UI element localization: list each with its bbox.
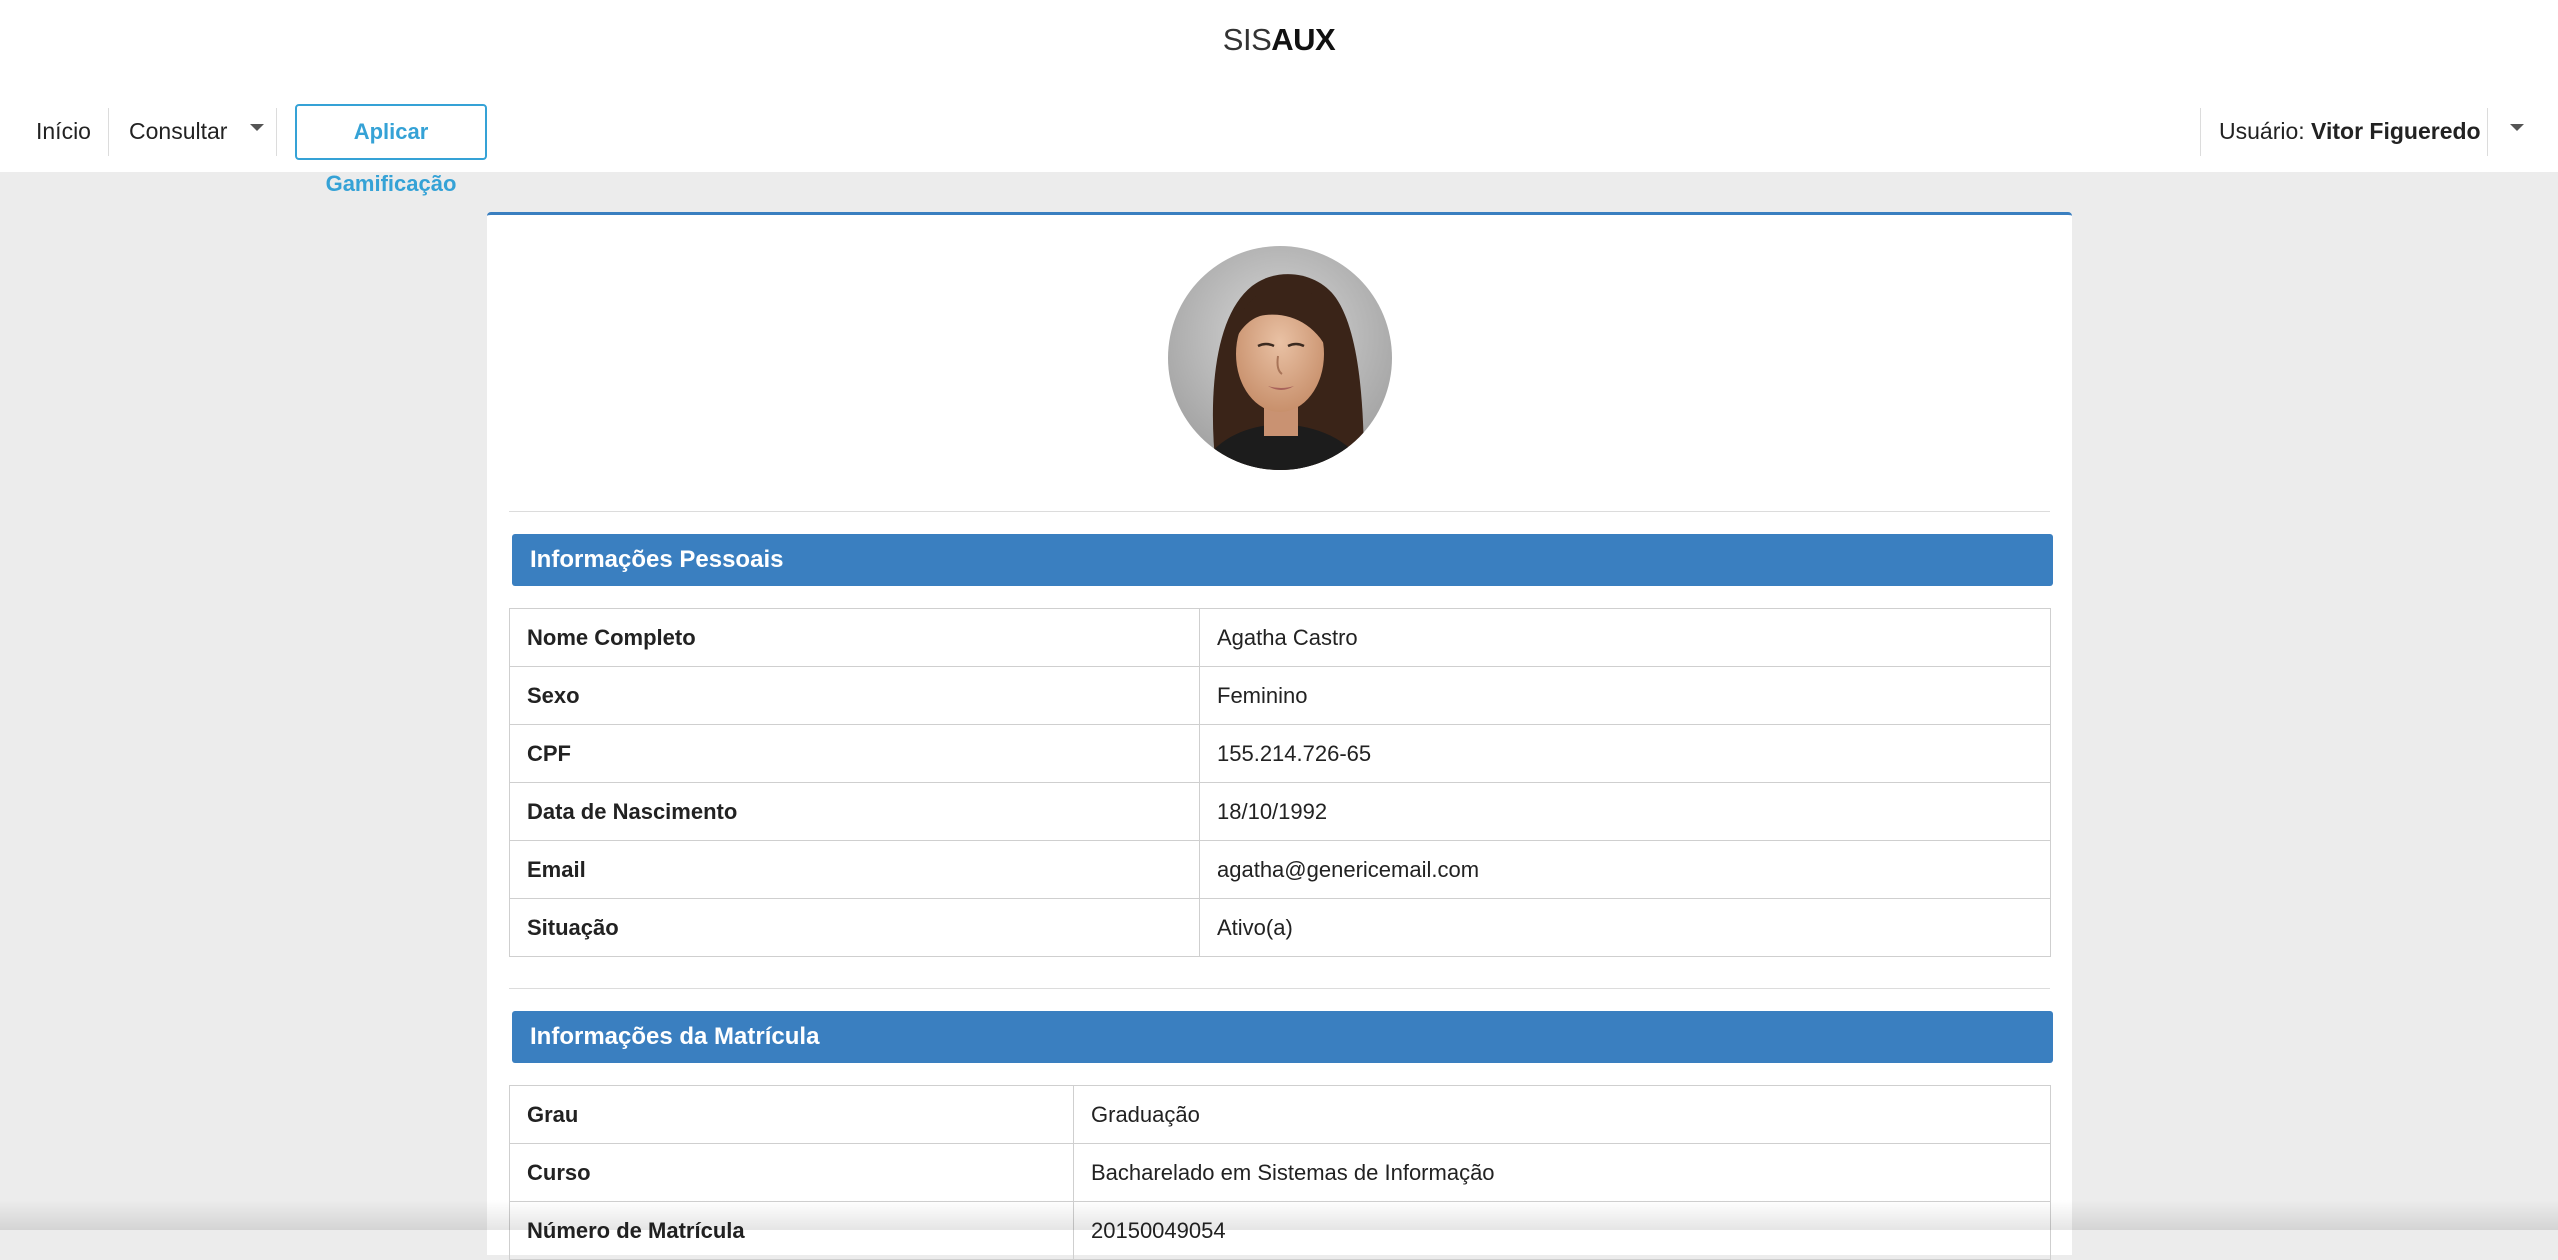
brand-logo-sis: SIS [1222, 22, 1272, 57]
user-menu[interactable]: Usuário: Vitor Figueredo [2219, 106, 2481, 156]
section-divider [509, 511, 2050, 512]
table-row: Sexo Feminino [509, 666, 2051, 725]
table-row: Email agatha@genericemail.com [509, 840, 2051, 899]
row-value: 18/10/1992 [1199, 782, 2051, 841]
row-label: Curso [509, 1143, 1074, 1202]
row-value: Ativo(a) [1199, 898, 2051, 957]
row-value: Bacharelado em Sistemas de Informação [1073, 1143, 2051, 1202]
table-row: Situação Ativo(a) [509, 898, 2051, 957]
avatar [1168, 246, 1392, 470]
row-value: Graduação [1073, 1085, 2051, 1144]
nav-divider [2487, 108, 2488, 156]
row-label: Grau [509, 1085, 1074, 1144]
row-label: Email [509, 840, 1200, 899]
nav-divider [276, 108, 277, 156]
enrollment-info-table: Grau Graduação Curso Bacharelado em Sist… [509, 1085, 2051, 1260]
table-row: CPF 155.214.726-65 [509, 724, 2051, 783]
nav-consultar-label: Consultar [129, 118, 228, 144]
top-navbar: SISAUX Início Consultar Aplicar Gamifica… [0, 0, 2558, 196]
user-menu-toggle[interactable] [2510, 106, 2524, 156]
user-prefix: Usuário: [2219, 118, 2305, 144]
nav-divider [108, 108, 109, 156]
table-row: Nome Completo Agatha Castro [509, 608, 2051, 667]
chevron-down-icon [249, 124, 264, 132]
nav-home-link[interactable]: Início [36, 106, 91, 156]
personal-info-header: Informações Pessoais [512, 534, 2053, 586]
row-label: Situação [509, 898, 1200, 957]
chevron-down-icon [2510, 124, 2524, 132]
brand-logo[interactable]: SISAUX [0, 22, 2558, 58]
student-profile-card: Informações Pessoais Nome Completo Agath… [487, 212, 2072, 1260]
avatar-photo [1168, 246, 1392, 470]
user-name: Vitor Figueredo [2311, 118, 2481, 144]
personal-info-table: Nome Completo Agatha Castro Sexo Feminin… [509, 608, 2051, 957]
row-value: Agatha Castro [1199, 608, 2051, 667]
row-value: 20150049054 [1073, 1201, 2051, 1260]
table-row: Número de Matrícula 20150049054 [509, 1201, 2051, 1260]
row-label: Número de Matrícula [509, 1201, 1074, 1260]
aplicar-gamificacao-button[interactable]: Aplicar Gamificação [295, 104, 487, 196]
row-label: CPF [509, 724, 1200, 783]
nav-consultar-dropdown[interactable]: Consultar [129, 106, 264, 156]
row-label: Sexo [509, 666, 1200, 725]
brand-logo-aux: AUX [1271, 22, 1336, 57]
table-row: Curso Bacharelado em Sistemas de Informa… [509, 1143, 2051, 1202]
row-value: Feminino [1199, 666, 2051, 725]
row-label: Data de Nascimento [509, 782, 1200, 841]
table-row: Data de Nascimento 18/10/1992 [509, 782, 2051, 841]
section-divider [509, 988, 2050, 989]
table-row: Grau Graduação [509, 1085, 2051, 1144]
row-value: 155.214.726-65 [1199, 724, 2051, 783]
enrollment-info-header: Informações da Matrícula [512, 1011, 2053, 1063]
row-value: agatha@genericemail.com [1199, 840, 2051, 899]
nav-divider [2200, 108, 2201, 156]
row-label: Nome Completo [509, 608, 1200, 667]
